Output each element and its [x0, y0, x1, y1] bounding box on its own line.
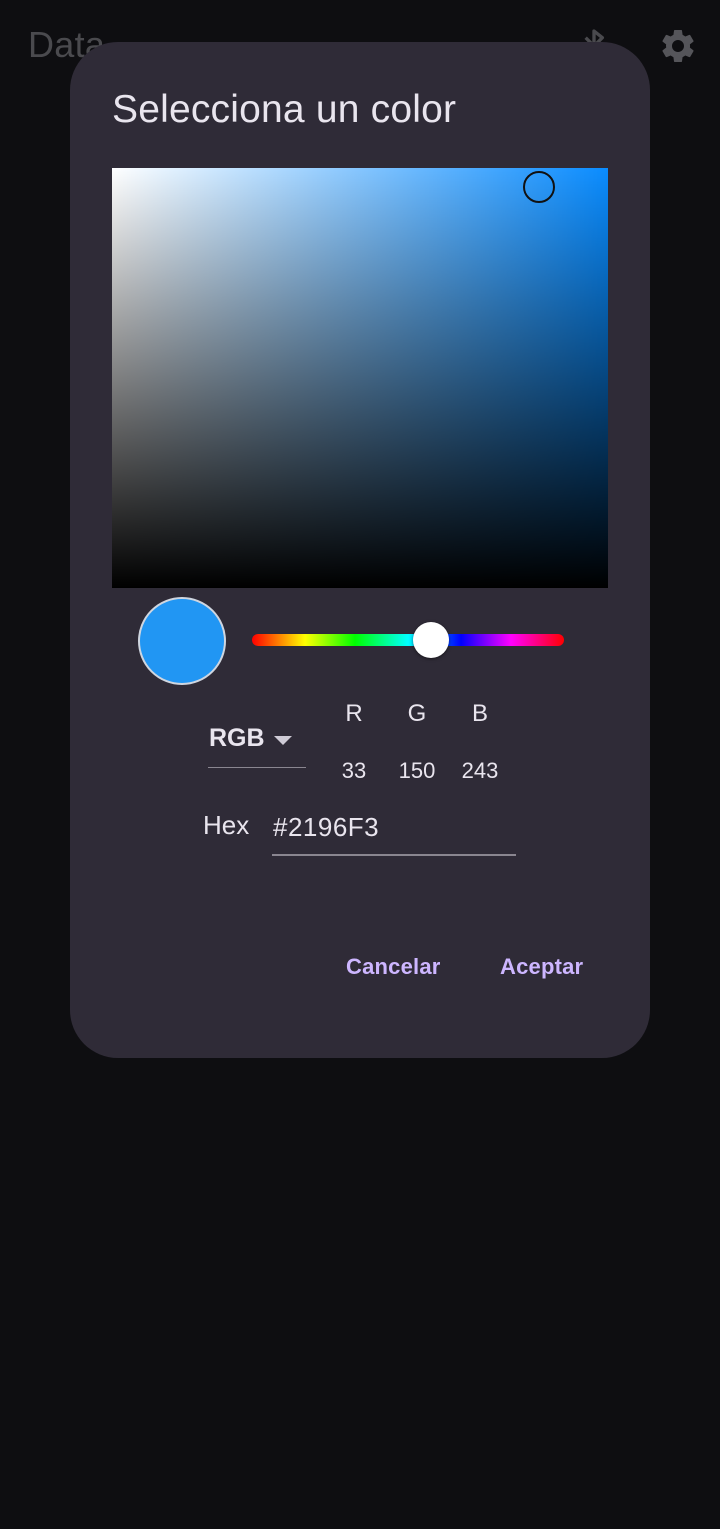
color-picker-dialog: Selecciona un color RGB R G B 33 150 243…	[70, 42, 650, 1058]
chevron-down-icon	[274, 736, 292, 745]
channel-value-b[interactable]: 243	[450, 758, 510, 784]
channel-value-g[interactable]: 150	[387, 758, 447, 784]
dialog-title: Selecciona un color	[112, 88, 457, 131]
accept-button[interactable]: Aceptar	[494, 950, 589, 984]
saturation-value-picker[interactable]	[112, 168, 608, 588]
hex-input-value: #2196F3	[273, 812, 380, 842]
channel-label-r: R	[345, 700, 363, 727]
color-mode-label: RGB	[209, 724, 265, 752]
sv-picker-cursor[interactable]	[523, 171, 555, 203]
channel-label-b: B	[471, 700, 488, 727]
cancel-button[interactable]: Cancelar	[340, 950, 447, 984]
hue-slider-thumb[interactable]	[413, 622, 449, 658]
hex-input[interactable]: #2196F3	[272, 808, 516, 856]
color-mode-dropdown[interactable]: RGB	[208, 720, 306, 768]
gear-icon[interactable]	[658, 26, 698, 66]
color-preview-swatch	[138, 597, 226, 685]
hue-slider[interactable]	[252, 634, 564, 646]
channel-value-r[interactable]: 33	[324, 758, 384, 784]
screen: Data Selecciona un color RGB R G B 33 15…	[0, 0, 720, 1529]
channel-label-g: G	[407, 700, 427, 727]
hex-label: Hex	[203, 810, 250, 840]
